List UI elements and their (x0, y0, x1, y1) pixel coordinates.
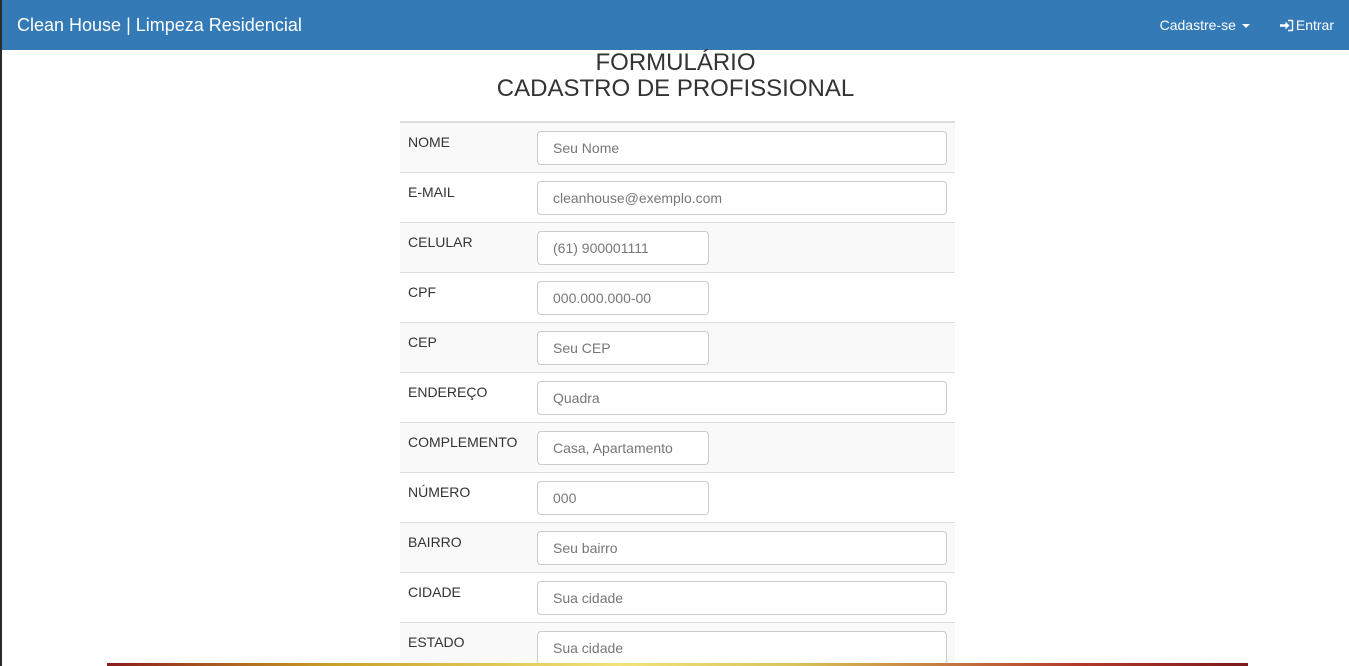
form-row-bairro: BAIRRO (400, 523, 955, 573)
login-label: Entrar (1295, 17, 1334, 33)
state-input[interactable] (537, 631, 947, 665)
field-label: ESTADO (408, 634, 465, 650)
signup-label: Cadastre-se (1159, 17, 1236, 33)
complement-input[interactable] (537, 431, 709, 465)
email-input[interactable] (537, 181, 947, 215)
page-title: FORMULÁRIO (595, 49, 756, 76)
form-row-email: E-MAIL (400, 173, 955, 223)
form-row-cep: CEP (400, 323, 955, 373)
city-input[interactable] (537, 581, 947, 615)
form-row-cpf: CPF (400, 273, 955, 323)
phone-input[interactable] (537, 231, 709, 265)
field-label: CELULAR (408, 234, 473, 250)
cpf-input[interactable] (537, 281, 709, 315)
field-label: NOME (408, 134, 450, 150)
cep-input[interactable] (537, 331, 709, 365)
field-label: CPF (408, 284, 436, 300)
form-row-endereco: ENDEREÇO (400, 373, 955, 423)
field-label: CEP (408, 334, 437, 350)
field-label: COMPLEMENTO (408, 434, 518, 450)
field-label: BAIRRO (408, 534, 462, 550)
field-label: NÚMERO (408, 484, 471, 500)
form-row-nome: NOME (400, 123, 955, 173)
number-input[interactable] (537, 481, 709, 515)
form-row-estado: ESTADO (400, 623, 955, 666)
form-row-complemento: COMPLEMENTO (400, 423, 955, 473)
page-subtitle: CADASTRO DE PROFISSIONAL (496, 75, 855, 102)
signup-dropdown[interactable]: Cadastre-se (1160, 0, 1250, 50)
neighborhood-input[interactable] (537, 531, 947, 565)
form-row-numero: NÚMERO (400, 473, 955, 523)
page-frame: Clean House | Limpeza Residencial Cadast… (0, 0, 1349, 666)
name-input[interactable] (537, 131, 947, 165)
page-heading: FORMULÁRIO CADASTRO DE PROFISSIONAL (2, 50, 1349, 102)
field-label: ENDEREÇO (408, 384, 488, 400)
field-label: CIDADE (408, 584, 461, 600)
top-navbar: Clean House | Limpeza Residencial Cadast… (2, 0, 1349, 50)
navbar-right: Cadastre-se Entrar (1160, 0, 1334, 50)
form-row-cidade: CIDADE (400, 573, 955, 623)
log-in-icon (1279, 19, 1294, 32)
registration-form: NOME E-MAIL CELULAR CPF CEP ENDEREÇO COM… (400, 121, 955, 666)
address-input[interactable] (537, 381, 947, 415)
caret-down-icon (1241, 24, 1250, 28)
brand-link[interactable]: Clean House | Limpeza Residencial (17, 15, 302, 36)
field-label: E-MAIL (408, 184, 455, 200)
form-row-celular: CELULAR (400, 223, 955, 273)
login-link[interactable]: Entrar (1279, 0, 1334, 50)
